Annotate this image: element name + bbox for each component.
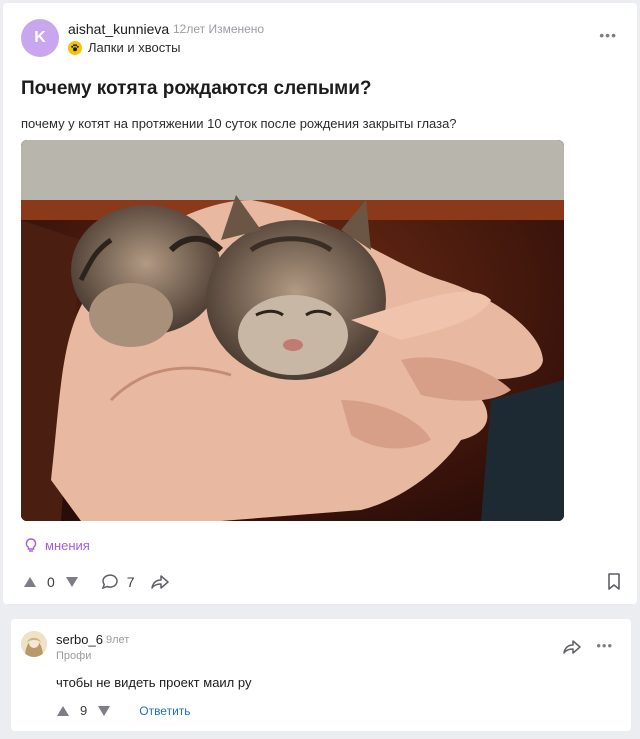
author-avatar[interactable]: K	[21, 19, 59, 57]
more-icon[interactable]: •••	[599, 27, 617, 43]
opinions-link[interactable]: мнения	[23, 537, 90, 553]
opinions-label: мнения	[45, 537, 90, 553]
comment-time: 9лет	[106, 634, 130, 646]
comment-actions: 9 Ответить	[56, 703, 191, 718]
post-actions: 0 7	[23, 573, 169, 591]
share-icon[interactable]	[150, 574, 169, 590]
commenter-rank: Профи	[56, 650, 92, 662]
paw-icon	[68, 40, 82, 55]
upvote-icon[interactable]	[56, 705, 70, 717]
answer-card: serbo_6 9лет Профи чтобы не видеть проек…	[11, 619, 631, 731]
commenter-avatar[interactable]	[21, 631, 47, 657]
share-icon[interactable]	[563, 639, 581, 655]
question-title: Почему котята рождаются слепыми?	[21, 78, 372, 99]
comment-text: чтобы не видеть проект маил ру	[56, 675, 252, 690]
bookmark-icon[interactable]	[607, 573, 621, 591]
downvote-icon[interactable]	[97, 705, 111, 717]
vote-count: 0	[47, 574, 55, 590]
comment-vote-count: 9	[80, 703, 88, 718]
category-link[interactable]: Лапки и хвосты	[68, 40, 181, 55]
kittens-photo[interactable]	[21, 140, 564, 521]
reply-button[interactable]: Ответить	[139, 704, 190, 718]
question-card: K aishat_kunnieva 12лет Изменено Лапки и…	[3, 3, 637, 604]
more-icon[interactable]: •••	[596, 638, 613, 653]
comments-count: 7	[126, 574, 135, 590]
category-label: Лапки и хвосты	[88, 40, 181, 55]
post-meta: 12лет Изменено	[173, 22, 265, 36]
lightbulb-icon	[25, 538, 37, 552]
comment-icon[interactable]	[101, 573, 121, 591]
upvote-icon[interactable]	[23, 576, 37, 588]
author-name[interactable]: aishat_kunnieva	[68, 21, 169, 37]
downvote-icon[interactable]	[65, 576, 79, 588]
commenter-name[interactable]: serbo_6	[56, 632, 103, 647]
question-text: почему у котят на протяжении 10 суток по…	[21, 116, 457, 131]
